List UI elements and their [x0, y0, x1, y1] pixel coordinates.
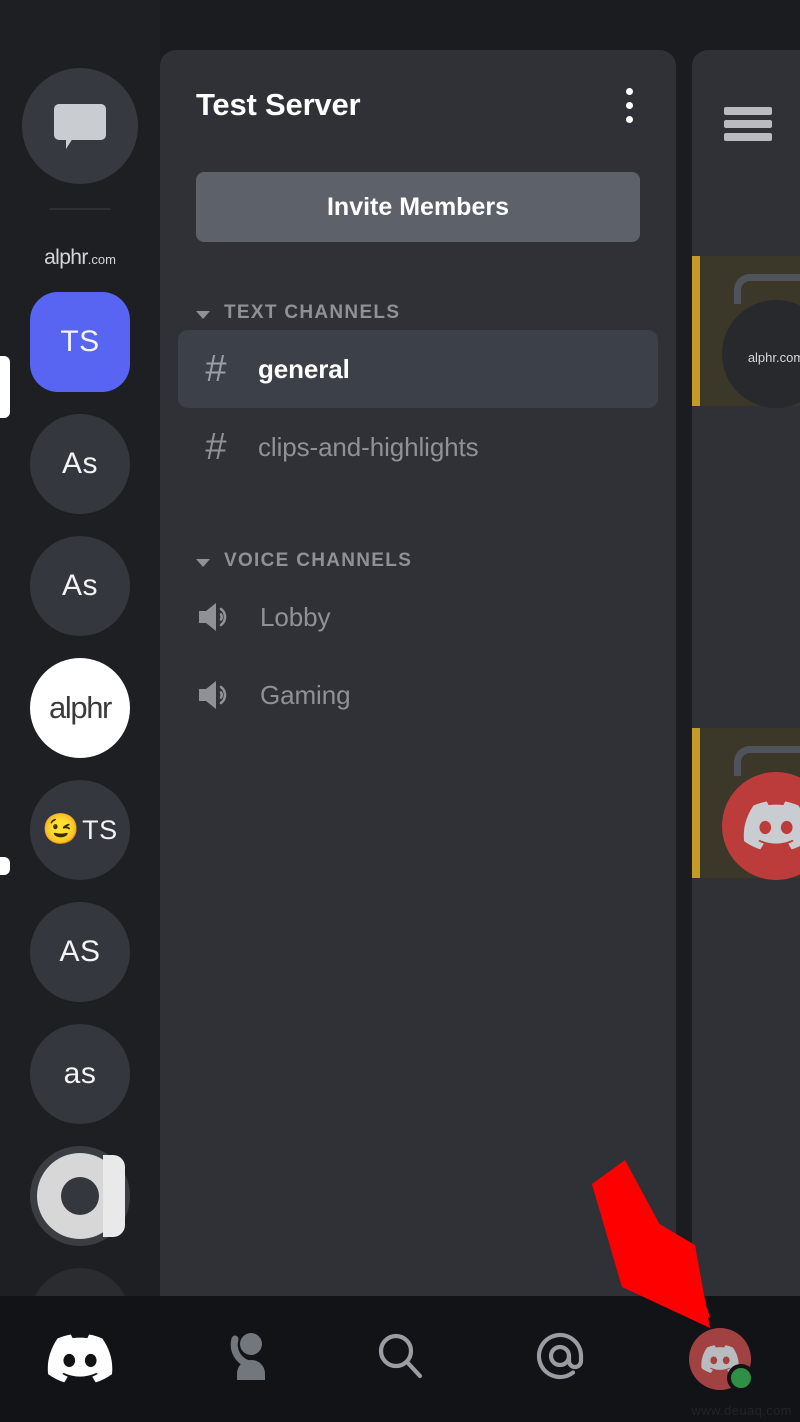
- invite-members-button[interactable]: Invite Members: [196, 172, 640, 242]
- nav-item-servers[interactable]: [0, 1296, 160, 1422]
- channel-item-lobby[interactable]: Lobby: [178, 578, 658, 656]
- kebab-menu-icon[interactable]: [612, 82, 646, 128]
- channel-item-general[interactable]: # general: [178, 330, 658, 408]
- eye-logo-icon: [37, 1153, 125, 1239]
- chat-bubble-icon: [54, 104, 106, 149]
- brand-watermark-text: alphr: [44, 246, 88, 269]
- list-item[interactable]: alphr.com: [692, 256, 800, 408]
- wink-emoji-icon: 😉: [42, 813, 81, 846]
- avatar: alphr.com: [722, 300, 800, 408]
- discord-logo-icon: [47, 1334, 113, 1384]
- channel-panel: Test Server Invite Members TEXT CHANNELS…: [160, 50, 676, 1296]
- server-initials: AS: [59, 935, 101, 968]
- search-icon: [372, 1329, 428, 1390]
- reply-indicator-icon: [734, 274, 800, 304]
- hash-icon: #: [205, 426, 227, 468]
- category-header-text-channels[interactable]: TEXT CHANNELS: [196, 302, 676, 324]
- panel-header: Test Server: [160, 50, 676, 128]
- unread-server-indicator: [0, 857, 10, 875]
- discord-mobile-screen: alphr.com TS As As alphr 😉 TS AS as Test…: [0, 0, 800, 1422]
- hash-icon: #: [205, 348, 227, 390]
- nav-item-search[interactable]: [320, 1296, 480, 1422]
- active-server-indicator: [0, 356, 10, 418]
- chevron-down-icon: [196, 558, 210, 567]
- page-title: Test Server: [196, 87, 361, 122]
- friends-wave-icon: [211, 1329, 269, 1390]
- brand-watermark: alphr.com: [44, 246, 116, 270]
- category-label: VOICE CHANNELS: [224, 550, 413, 571]
- server-initials: as: [63, 1057, 97, 1090]
- list-item[interactable]: [692, 728, 800, 880]
- channel-name: Lobby: [260, 601, 331, 632]
- channel-name: general: [258, 353, 350, 384]
- avatar-label: alphr.com: [747, 349, 800, 365]
- reply-indicator-icon: [734, 746, 800, 776]
- sidebar-item-server-as-2[interactable]: As: [30, 536, 130, 636]
- sidebar-item-server-as-1[interactable]: As: [30, 414, 130, 514]
- sidebar-item-server-as-4[interactable]: as: [30, 1024, 130, 1124]
- source-watermark: www.deuaq.com: [691, 1403, 792, 1418]
- bottom-navigation-bar: www.deuaq.com: [0, 1296, 800, 1422]
- at-mention-icon: [532, 1329, 588, 1390]
- server-initials: TS: [60, 325, 100, 358]
- rail-divider: [49, 208, 111, 210]
- channel-name: Gaming: [260, 679, 351, 710]
- text-channel-list: # general # clips-and-highlights: [178, 330, 658, 486]
- direct-messages-button[interactable]: [22, 68, 138, 184]
- speaker-icon: [196, 678, 238, 712]
- discord-logo-icon: [743, 801, 800, 850]
- brand-watermark-suffix: .com: [87, 252, 116, 267]
- avatar: [722, 772, 800, 880]
- channel-item-clips-and-highlights[interactable]: # clips-and-highlights: [178, 408, 658, 486]
- avatar: [689, 1328, 755, 1392]
- sidebar-item-server-alphr[interactable]: alphr: [30, 658, 130, 758]
- nav-item-friends[interactable]: [160, 1296, 320, 1422]
- sidebar-item-server-ts[interactable]: TS: [30, 292, 130, 392]
- server-initials: As: [61, 569, 98, 602]
- server-initials: As: [61, 447, 98, 480]
- voice-channel-list: Lobby Gaming: [178, 578, 658, 734]
- category-header-voice-channels[interactable]: VOICE CHANNELS: [196, 550, 676, 572]
- speaker-icon: [196, 600, 238, 634]
- message-preview-panel: alphr.com: [692, 50, 800, 1296]
- category-label: TEXT CHANNELS: [224, 302, 401, 323]
- status-badge: [727, 1364, 755, 1392]
- sidebar-item-server-eye-logo[interactable]: [30, 1146, 130, 1246]
- channel-name: clips-and-highlights: [258, 431, 479, 462]
- sidebar-item-server-as-3[interactable]: AS: [30, 902, 130, 1002]
- server-rail[interactable]: alphr.com TS As As alphr 😉 TS AS as: [0, 0, 160, 1296]
- sidebar-item-server-partial[interactable]: [30, 1268, 130, 1296]
- server-initials: TS: [82, 814, 118, 845]
- chevron-down-icon: [196, 310, 210, 319]
- channel-item-gaming[interactable]: Gaming: [178, 656, 658, 734]
- nav-item-mentions[interactable]: [480, 1296, 640, 1422]
- right-panel-header: [692, 50, 800, 198]
- server-logo-text: alphr: [49, 690, 112, 725]
- invite-members-label: Invite Members: [326, 192, 509, 221]
- hamburger-menu-icon[interactable]: [724, 107, 772, 141]
- sidebar-item-server-emoji-ts[interactable]: 😉 TS: [30, 780, 130, 880]
